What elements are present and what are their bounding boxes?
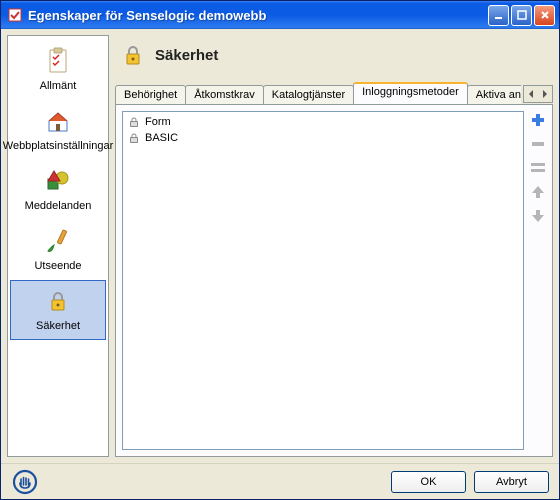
tab-login-methods[interactable]: Inloggningsmetoder: [353, 82, 468, 104]
sidebar-item-appearance[interactable]: Utseende: [10, 220, 106, 280]
main-panel: Säkerhet Behörighet Åtkomstkrav Katalogt…: [115, 35, 553, 457]
home-icon: [42, 105, 74, 137]
sidebar-item-label: Allmänt: [40, 80, 77, 92]
tab-access-requirements[interactable]: Åtkomstkrav: [185, 85, 264, 104]
dialog-window: Egenskaper för Senselogic demowebb: [0, 0, 560, 500]
category-sidebar: Allmänt Webbplatsinställningar: [7, 35, 109, 457]
content-area: Allmänt Webbplatsinställningar: [1, 29, 559, 463]
tab-scroll-left[interactable]: [524, 86, 538, 102]
list-item-label: Form: [145, 116, 171, 128]
lock-small-icon: [127, 115, 141, 129]
add-button[interactable]: [529, 111, 547, 129]
list-item[interactable]: Form: [127, 114, 519, 130]
tab-panel: Form BASIC: [115, 104, 553, 457]
shapes-icon: [42, 165, 74, 197]
sidebar-item-label: Utseende: [34, 260, 81, 272]
page-title: Säkerhet: [155, 47, 218, 64]
minimize-button[interactable]: [488, 5, 509, 26]
lock-icon: [117, 39, 149, 71]
tab-directory-services[interactable]: Katalogtjänster: [263, 85, 354, 104]
dialog-footer: OK Avbryt: [1, 463, 559, 499]
maximize-button[interactable]: [511, 5, 532, 26]
sidebar-item-label: Meddelanden: [25, 200, 92, 212]
list-toolbar: [528, 111, 548, 225]
hand-icon: [11, 468, 39, 496]
list-item[interactable]: BASIC: [127, 130, 519, 146]
lock-icon: [42, 285, 74, 317]
window-title: Egenskaper för Senselogic demowebb: [28, 8, 488, 23]
tab-active-users[interactable]: Aktiva använ: [467, 85, 521, 104]
list-item-label: BASIC: [145, 132, 178, 144]
move-up-button[interactable]: [529, 183, 547, 201]
app-icon: [7, 7, 23, 23]
lock-small-icon: [127, 131, 141, 145]
close-button[interactable]: [534, 5, 555, 26]
titlebar: Egenskaper för Senselogic demowebb: [1, 1, 559, 29]
tab-scroll-right[interactable]: [538, 86, 552, 102]
panel-header: Säkerhet: [115, 35, 553, 81]
checklist-icon: [42, 45, 74, 77]
tab-permissions[interactable]: Behörighet: [115, 85, 186, 104]
login-methods-list[interactable]: Form BASIC: [122, 111, 524, 450]
ok-button[interactable]: OK: [391, 471, 466, 493]
cancel-button[interactable]: Avbryt: [474, 471, 549, 493]
tab-scroll: [523, 85, 553, 103]
sidebar-item-label: Säkerhet: [36, 320, 80, 332]
sidebar-item-security[interactable]: Säkerhet: [10, 280, 106, 340]
edit-button[interactable]: [529, 159, 547, 177]
sidebar-item-site-settings[interactable]: Webbplatsinställningar: [10, 100, 106, 160]
move-down-button[interactable]: [529, 207, 547, 225]
remove-button[interactable]: [529, 135, 547, 153]
tabs-bar: Behörighet Åtkomstkrav Katalogtjänster I…: [115, 81, 553, 104]
sidebar-item-label: Webbplatsinställningar: [3, 140, 113, 152]
brush-icon: [42, 225, 74, 257]
sidebar-item-messages[interactable]: Meddelanden: [10, 160, 106, 220]
sidebar-item-general[interactable]: Allmänt: [10, 40, 106, 100]
